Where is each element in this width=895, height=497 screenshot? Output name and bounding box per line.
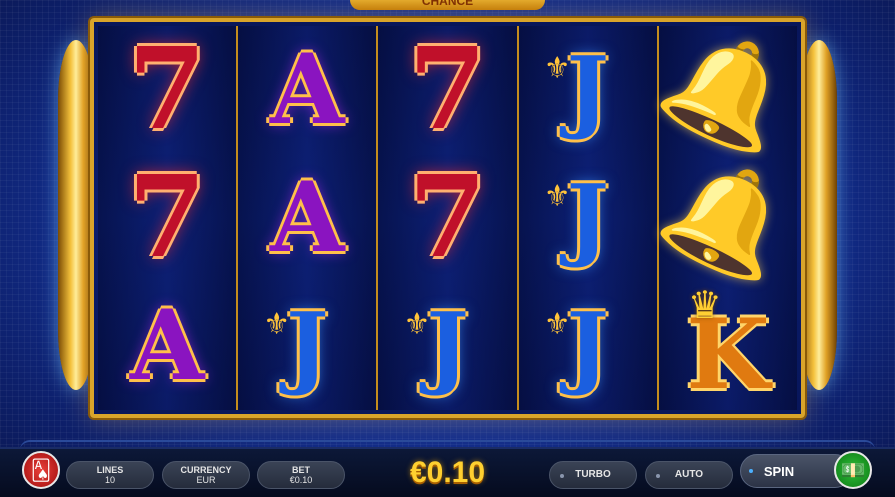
reel-cell: 🔔	[647, 138, 809, 297]
crown-icon: ♛	[687, 283, 722, 327]
right-gold-roll	[801, 40, 837, 390]
reel-2: A A ⚜ J	[238, 26, 379, 410]
autoplay-button[interactable]: AUTO	[645, 461, 733, 489]
currency-value: EUR	[196, 475, 216, 485]
symbol-glyph: J	[566, 37, 609, 143]
symbol-seven: 7	[113, 152, 221, 283]
bet-label: BET	[292, 465, 310, 475]
lines-label: LINES	[96, 465, 124, 475]
spin-indicator	[749, 469, 753, 473]
symbol-glyph: 7	[128, 152, 207, 283]
symbol-glyph: J	[426, 293, 469, 399]
reel-cell: ⚜ J	[519, 154, 657, 282]
turbo-indicator	[560, 474, 564, 478]
symbol-glyph: A	[270, 33, 345, 146]
reel-grid: 7 7 A A A ⚜ J 7 7 ⚜ J ⚜ J ⚜ J ⚜ J 🔔 🔔 ♛ K	[98, 10, 809, 410]
reel-4: ⚜ J ⚜ J ⚜ J	[518, 26, 659, 410]
turbo-label: TURBO	[575, 469, 611, 480]
symbol-ace: A	[253, 36, 361, 144]
symbol-bell: 🔔	[647, 10, 809, 169]
reel-3: 7 7 ⚜ J	[378, 26, 519, 410]
fleur-de-lis-icon: ⚜	[543, 179, 571, 214]
symbol-glyph: 🔔	[646, 10, 810, 169]
auto-label: AUTO	[674, 469, 704, 480]
fleur-de-lis-icon: ⚜	[543, 307, 571, 342]
symbol-jack: ⚜ J	[253, 292, 361, 400]
symbol-glyph: J	[566, 165, 609, 271]
left-gold-roll	[58, 40, 94, 390]
reel-cell: A	[98, 282, 236, 410]
reel-cell: ♛ K	[659, 282, 797, 410]
turbo-toggle[interactable]: TURBO	[549, 461, 637, 489]
symbol-jack: ⚜ J	[534, 164, 642, 272]
reel-1: 77A	[98, 26, 239, 410]
symbol-glyph: 7	[128, 24, 207, 155]
symbol-jack: ⚜ J	[394, 292, 502, 400]
lines-value: 10	[104, 475, 115, 485]
symbol-ace: A	[253, 164, 361, 272]
reel-cell: ⚜ J	[378, 282, 516, 410]
symbol-jack: ⚜ J	[534, 36, 642, 144]
symbol-glyph: A	[129, 289, 205, 402]
symbol-glyph: A	[270, 161, 345, 274]
symbol-glyph: 7	[408, 152, 487, 283]
reel-5: 🔔 🔔 ♛ K	[647, 10, 809, 410]
symbol-king: ♛ K	[674, 286, 782, 403]
win-amount-display: €0.10	[409, 456, 486, 489]
spin-round-button[interactable]: 💵	[834, 451, 872, 489]
lines-selector[interactable]: LINES 10	[66, 461, 154, 489]
bet-selector[interactable]: BET €0.10	[257, 461, 345, 489]
reel-cell: ⚜ J	[519, 282, 657, 410]
reel-cell: 7	[378, 26, 516, 154]
spin-label: SPIN	[763, 463, 795, 479]
game-logo: CHANCE	[350, 0, 545, 10]
reel-frame: 7 7 A A A ⚜ J 7 7 ⚜ J ⚜ J ⚜ J ⚜ J 🔔 🔔 ♛ K	[90, 10, 809, 418]
reel-cell: 🔔	[647, 10, 809, 169]
fleur-de-lis-icon: ⚜	[403, 307, 431, 342]
symbol-jack: ⚜ J	[534, 292, 642, 400]
reel-cell: ⚜ J	[238, 282, 376, 410]
reel-cell: A	[238, 26, 376, 154]
reel-cell: 7	[98, 26, 236, 154]
currency-label: CURRENCY	[180, 465, 232, 475]
fleur-de-lis-icon: ⚜	[263, 307, 291, 342]
reel-cell: ⚜ J	[519, 26, 657, 154]
symbol-glyph: 🔔	[646, 138, 810, 297]
reel-cell: 7	[378, 154, 516, 282]
cards-icon: 🂡	[30, 459, 52, 482]
symbol-bell: 🔔	[647, 138, 809, 297]
symbol-seven: 7	[113, 24, 221, 155]
cash-icon: 💵	[840, 459, 866, 482]
symbol-glyph: J	[286, 293, 329, 399]
symbol-seven: 7	[394, 152, 502, 283]
symbol-glyph: J	[566, 293, 609, 399]
paytable-button[interactable]: 🂡	[22, 451, 60, 489]
symbol-seven: 7	[394, 24, 502, 155]
auto-indicator	[656, 474, 660, 478]
reel-cell: 7	[98, 154, 236, 282]
reel-cell: A	[238, 154, 376, 282]
bet-value: €0.10	[289, 475, 313, 485]
symbol-ace: A	[113, 292, 221, 400]
currency-selector[interactable]: CURRENCY EUR	[162, 461, 250, 489]
fleur-de-lis-icon: ⚜	[543, 51, 571, 86]
symbol-glyph: 7	[408, 24, 487, 155]
